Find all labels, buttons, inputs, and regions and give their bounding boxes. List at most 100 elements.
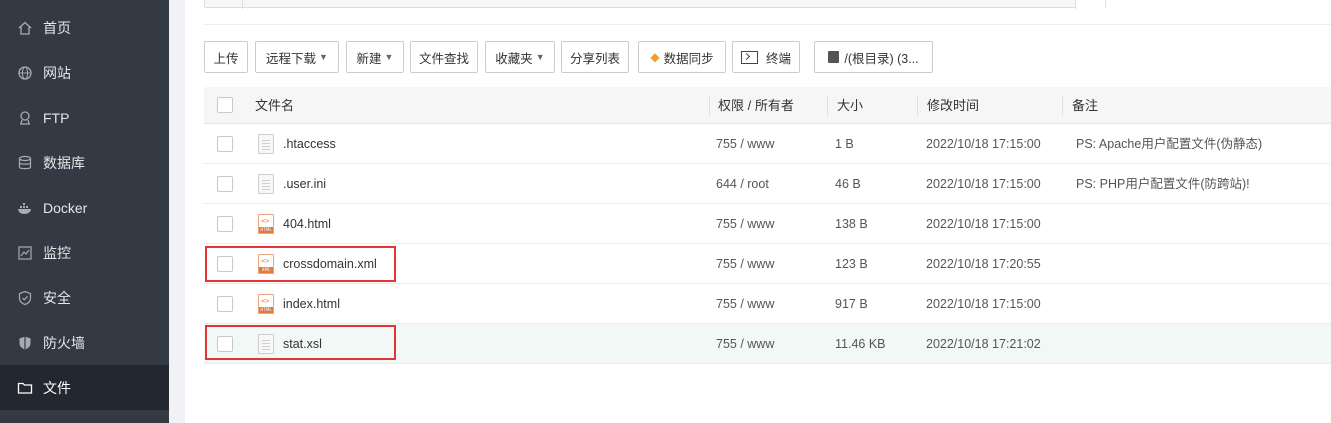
file-permission[interactable]: 755 / www — [716, 284, 774, 324]
sidebar-item-label: FTP — [43, 109, 70, 126]
file-permission[interactable]: 755 / www — [716, 124, 774, 164]
file-name[interactable]: .user.ini — [283, 164, 326, 204]
sidebar-item-label: 数据库 — [43, 154, 85, 171]
favorites-button[interactable]: 收藏夹 ▼ — [485, 41, 555, 73]
html-file-icon: <> HTML — [258, 294, 274, 314]
root-dir-button[interactable]: /(根目录) (3... — [814, 41, 933, 73]
globe-icon — [17, 65, 33, 81]
drive-icon — [828, 51, 840, 63]
data-sync-button[interactable]: ◆ 数据同步 — [638, 41, 726, 73]
remote-download-label: 远程下载 — [266, 51, 317, 66]
row-checkbox[interactable] — [217, 176, 233, 192]
path-bar[interactable] — [204, 0, 1106, 9]
new-button[interactable]: 新建 ▼ — [346, 41, 404, 73]
path-refresh-button[interactable] — [1075, 0, 1105, 9]
sidebar-item-security[interactable]: 安全 — [0, 275, 169, 320]
table-row[interactable]: <> HTML 404.html 755 / www 138 B 2022/10/… — [204, 204, 1331, 244]
sidebar-item-label: Docker — [43, 199, 88, 216]
sidebar-item-ftp[interactable]: FTP — [0, 95, 169, 140]
file-name[interactable]: stat.xsl — [283, 324, 322, 364]
file-search-button[interactable]: 文件查找 — [410, 41, 478, 73]
row-checkbox[interactable] — [217, 216, 233, 232]
file-mtime: 2022/10/18 17:20:55 — [926, 257, 1041, 271]
column-header-permission[interactable]: 权限 / 所有者 — [718, 87, 794, 124]
sidebar-item-docker[interactable]: Docker — [0, 185, 169, 230]
table-row[interactable]: .user.ini 644 / root 46 B 2022/10/18 17:… — [204, 164, 1331, 204]
shield-icon — [17, 290, 33, 306]
table-row[interactable]: stat.xsl 755 / www 11.46 KB 2022/10/18 1… — [204, 324, 1331, 364]
row-checkbox[interactable] — [217, 136, 233, 152]
file-manager-panel: 上传 远程下载 ▼ 新建 ▼ 文件查找 收藏夹 ▼ 分享列表 ◆ 数据同步 终端… — [185, 0, 1331, 423]
table-row[interactable]: .htaccess 755 / www 1 B 2022/10/18 17:15… — [204, 124, 1331, 164]
row-checkbox[interactable] — [217, 256, 233, 272]
file-mtime: 2022/10/18 17:15:00 — [926, 297, 1041, 311]
upload-button[interactable]: 上传 — [204, 41, 248, 73]
table-row[interactable]: <> XML crossdomain.xml 755 / www 123 B 20… — [204, 244, 1331, 284]
file-note[interactable]: PS: PHP用户配置文件(防跨站)! — [1076, 164, 1250, 204]
sidebar-item-home[interactable]: 首页 — [0, 5, 169, 50]
sidebar-item-label: 首页 — [43, 19, 71, 36]
file-icon — [258, 334, 274, 354]
file-icon — [258, 174, 274, 194]
data-sync-label: 数据同步 — [663, 51, 714, 66]
firewall-icon — [17, 335, 33, 351]
root-dir-label: /(根目录) (3... — [844, 51, 919, 66]
sidebar-item-label: 监控 — [43, 244, 71, 261]
column-divider — [827, 96, 828, 116]
column-header-filename[interactable]: 文件名 — [255, 87, 294, 124]
column-header-note[interactable]: 备注 — [1072, 87, 1098, 124]
file-size: 46 B — [835, 177, 861, 191]
folder-icon — [17, 380, 33, 396]
file-mtime: 2022/10/18 17:21:02 — [926, 337, 1041, 351]
terminal-icon — [740, 50, 758, 64]
upload-label: 上传 — [213, 51, 239, 66]
sidebar-item-files[interactable]: 文件 — [0, 365, 169, 410]
column-header-size[interactable]: 大小 — [837, 87, 863, 124]
sidebar-item-firewall[interactable]: 防火墙 — [0, 320, 169, 365]
remote-download-button[interactable]: 远程下载 ▼ — [255, 41, 339, 73]
divider — [204, 24, 1331, 25]
file-name[interactable]: index.html — [283, 284, 340, 324]
table-header: 文件名 权限 / 所有者 大小 修改时间 备注 — [204, 87, 1331, 124]
file-name[interactable]: .htaccess — [283, 124, 336, 164]
sidebar-item-label: 网站 — [43, 64, 71, 81]
table-row[interactable]: <> HTML index.html 755 / www 917 B 2022/1… — [204, 284, 1331, 324]
column-header-mtime[interactable]: 修改时间 — [927, 87, 979, 124]
file-permission[interactable]: 755 / www — [716, 204, 774, 244]
column-divider — [709, 96, 710, 116]
database-icon — [17, 155, 33, 171]
sidebar-item-monitor[interactable]: 监控 — [0, 230, 169, 275]
file-permission[interactable]: 755 / www — [716, 244, 774, 284]
sidebar-item-database[interactable]: 数据库 — [0, 140, 169, 185]
file-size: 917 B — [835, 297, 868, 311]
chevron-down-icon: ▼ — [319, 52, 328, 62]
new-label: 新建 — [356, 51, 382, 66]
chevron-down-icon: ▼ — [384, 52, 394, 62]
file-size: 11.46 KB — [835, 337, 886, 351]
row-checkbox[interactable] — [217, 336, 233, 352]
file-name[interactable]: 404.html — [283, 204, 331, 244]
ftp-icon — [17, 110, 33, 126]
share-list-button[interactable]: 分享列表 — [561, 41, 629, 73]
sidebar-item-label: 防火墙 — [43, 334, 85, 351]
file-permission[interactable]: 644 / root — [716, 164, 769, 204]
terminal-button[interactable]: 终端 — [732, 41, 800, 73]
docker-icon — [17, 200, 33, 216]
file-note[interactable]: PS: Apache用户配置文件(伪静态) — [1076, 124, 1262, 164]
html-file-icon: <> HTML — [258, 214, 274, 234]
select-all-checkbox[interactable] — [217, 97, 233, 113]
file-mtime: 2022/10/18 17:15:00 — [926, 177, 1041, 191]
sidebar-item-website[interactable]: 网站 — [0, 50, 169, 95]
file-search-label: 文件查找 — [418, 51, 469, 66]
row-checkbox[interactable] — [217, 296, 233, 312]
xml-file-icon: <> XML — [258, 254, 274, 274]
chevron-down-icon: ▼ — [535, 52, 545, 62]
file-size: 123 B — [835, 257, 868, 271]
file-mtime: 2022/10/18 17:15:00 — [926, 217, 1041, 231]
file-permission[interactable]: 755 / www — [716, 324, 774, 364]
file-mtime: 2022/10/18 17:15:00 — [926, 137, 1041, 151]
sidebar-item-label: 文件 — [43, 379, 71, 396]
file-name[interactable]: crossdomain.xml — [283, 244, 377, 284]
column-divider — [1062, 96, 1063, 116]
diamond-icon: ◆ — [650, 50, 660, 64]
